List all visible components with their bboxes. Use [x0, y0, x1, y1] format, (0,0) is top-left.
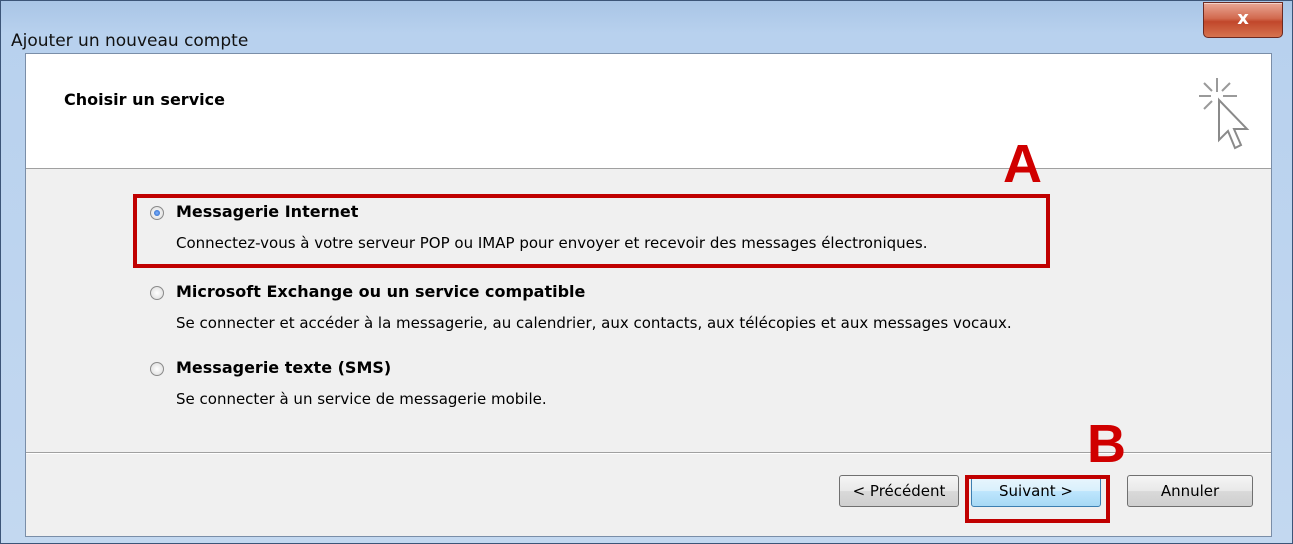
annotation-box-b	[965, 475, 1110, 523]
radio-sms[interactable]	[150, 362, 164, 376]
wizard-content: Choisir un service Messagerie Internet C…	[25, 53, 1272, 537]
dialog-window: Ajouter un nouveau compte x Choisir un s…	[0, 0, 1293, 544]
annotation-letter-b: B	[1087, 414, 1126, 474]
window-title: Ajouter un nouveau compte	[11, 31, 249, 51]
annotation-box-a	[133, 194, 1050, 268]
option-label: Messagerie texte (SMS)	[176, 358, 392, 377]
option-label: Microsoft Exchange ou un service compati…	[176, 282, 586, 301]
radio-exchange[interactable]	[150, 286, 164, 300]
back-button[interactable]: < Précédent	[839, 475, 959, 507]
option-description: Se connecter à un service de messagerie …	[176, 390, 547, 408]
option-description: Se connecter et accéder à la messagerie,…	[176, 314, 1012, 332]
footer-divider	[26, 452, 1271, 454]
annotation-letter-a: A	[1003, 134, 1042, 194]
wizard-header: Choisir un service	[26, 54, 1271, 169]
cancel-button[interactable]: Annuler	[1127, 475, 1253, 507]
close-button[interactable]: x	[1203, 2, 1283, 38]
wizard-cursor-icon	[1199, 78, 1250, 150]
close-icon: x	[1237, 8, 1249, 29]
page-title: Choisir un service	[64, 90, 225, 109]
title-bar[interactable]: Ajouter un nouveau compte x	[1, 1, 1292, 51]
